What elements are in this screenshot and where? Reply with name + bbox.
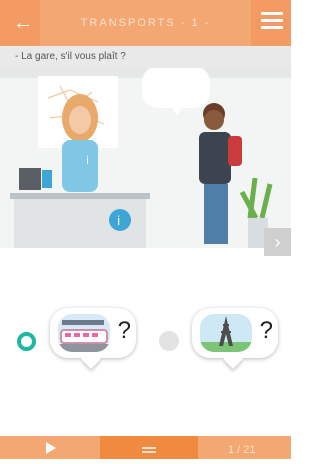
bubble-tail <box>81 349 101 369</box>
next-arrow-icon[interactable]: › <box>264 228 291 256</box>
question-mark: ? <box>259 317 273 344</box>
lesson-title: TRANSPORTS - 1 - <box>40 0 251 46</box>
train-station-icon <box>58 314 110 352</box>
list-icon <box>142 447 156 457</box>
menu-icon[interactable] <box>261 12 283 32</box>
choice-2-bubble[interactable]: ? <box>192 308 278 369</box>
play-icon[interactable] <box>46 442 56 454</box>
choice-1-radio[interactable] <box>17 332 36 351</box>
choice-2-radio[interactable] <box>159 331 179 351</box>
bottom-bar: 1 / 21 <box>0 436 291 459</box>
question-mark: ? <box>117 317 131 344</box>
prompt-text: - La gare, s'il vous plaît ? <box>0 46 291 68</box>
svg-text:i: i <box>117 214 120 228</box>
bubble-tail <box>223 349 243 369</box>
top-bar: ← TRANSPORTS - 1 - <box>0 0 291 46</box>
page-counter: 1 / 21 <box>228 444 256 456</box>
answer-choices: ? ? <box>0 300 291 380</box>
back-arrow-icon[interactable]: ← <box>9 9 37 37</box>
eiffel-tower-icon <box>200 314 252 352</box>
svg-text:i: i <box>86 154 89 167</box>
choice-1-bubble[interactable]: ? <box>50 308 136 369</box>
scene-illustration: i i <box>0 68 291 248</box>
